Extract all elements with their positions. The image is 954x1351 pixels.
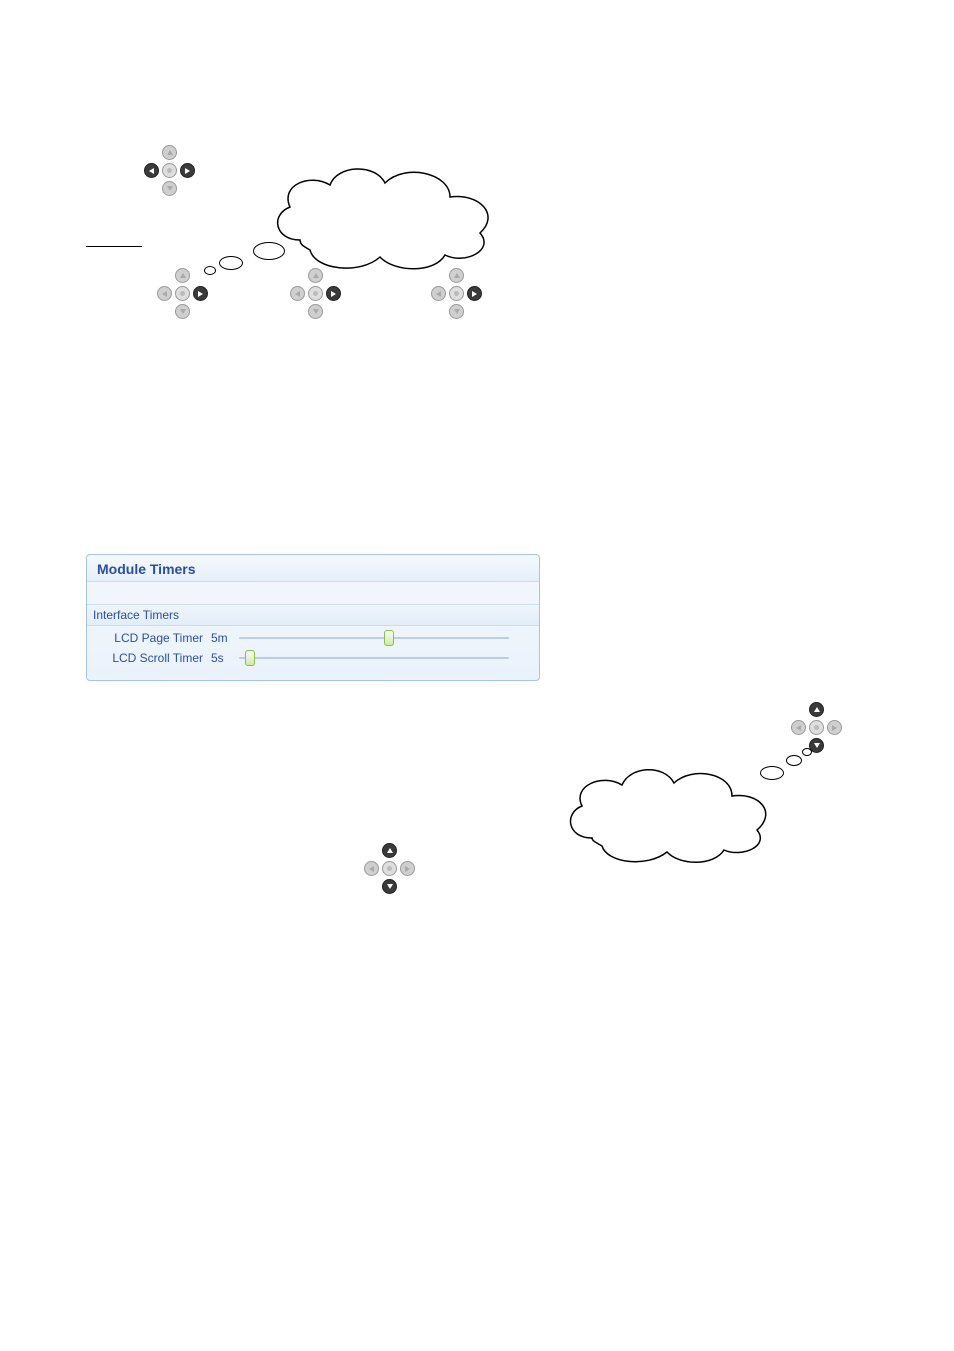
dpad-right	[791, 702, 843, 754]
dpad-center-button	[382, 861, 397, 876]
slider-value: 5s	[211, 651, 239, 665]
thought-bubble	[786, 755, 802, 766]
triangle-left-icon	[149, 168, 154, 174]
slider-track	[239, 637, 509, 639]
dpad-left-button	[431, 286, 446, 301]
triangle-down-icon	[454, 309, 460, 314]
dpad-down-button	[162, 181, 177, 196]
dpad-center	[364, 843, 416, 895]
dpad-right-button	[193, 286, 208, 301]
dpad-right-button	[180, 163, 195, 178]
slider-value: 5m	[211, 631, 239, 645]
triangle-left-icon	[295, 291, 300, 297]
dpad-down-button	[449, 304, 464, 319]
slider-label: LCD Scroll Timer	[101, 651, 211, 665]
slider-track	[239, 657, 509, 659]
slider-label: LCD Page Timer	[101, 631, 211, 645]
triangle-right-icon	[331, 291, 336, 297]
slider-thumb[interactable]	[384, 630, 394, 646]
dpad-up-button	[382, 843, 397, 858]
dpad-small-2	[290, 268, 342, 320]
triangle-down-icon	[180, 309, 186, 314]
dpad-left-button	[144, 163, 159, 178]
dpad-right-button	[326, 286, 341, 301]
dpad-small-3	[431, 268, 483, 320]
thought-bubble	[204, 266, 216, 275]
triangle-left-icon	[369, 866, 374, 872]
triangle-right-icon	[185, 168, 190, 174]
thought-bubble	[760, 766, 784, 780]
center-dot-icon	[387, 866, 392, 871]
dpad-down-button	[175, 304, 190, 319]
panel-subtitle: Interface Timers	[87, 604, 539, 626]
triangle-down-icon	[814, 743, 820, 748]
dpad-center-button	[449, 286, 464, 301]
dpad-left-button	[290, 286, 305, 301]
triangle-left-icon	[796, 725, 801, 731]
dpad-center-button	[809, 720, 824, 735]
triangle-up-icon	[814, 707, 820, 712]
triangle-up-icon	[387, 848, 393, 853]
triangle-right-icon	[405, 866, 410, 872]
center-dot-icon	[454, 291, 459, 296]
dpad-up-button	[162, 145, 177, 160]
dpad-left-button	[364, 861, 379, 876]
thought-cloud	[255, 155, 515, 275]
dpad-small-1	[157, 268, 209, 320]
thought-bubble	[253, 242, 285, 260]
divider-line	[86, 246, 142, 247]
dpad-center-button	[162, 163, 177, 178]
dpad-right-button	[467, 286, 482, 301]
triangle-up-icon	[167, 150, 173, 155]
triangle-down-icon	[313, 309, 319, 314]
triangle-left-icon	[436, 291, 441, 297]
dpad-up-button	[809, 702, 824, 717]
slider-thumb[interactable]	[245, 650, 255, 666]
module-timers-panel: Module Timers Interface Timers LCD Page …	[86, 554, 540, 681]
thought-cloud	[552, 758, 787, 868]
dpad-right-button	[827, 720, 842, 735]
triangle-up-icon	[180, 273, 186, 278]
center-dot-icon	[167, 168, 172, 173]
center-dot-icon	[814, 725, 819, 730]
lcd-scroll-timer-row: LCD Scroll Timer 5s	[87, 646, 539, 666]
lcd-page-timer-slider[interactable]	[239, 630, 509, 646]
lcd-page-timer-row: LCD Page Timer 5m	[87, 626, 539, 646]
dpad-top	[144, 145, 196, 197]
triangle-down-icon	[167, 186, 173, 191]
dpad-up-button	[175, 268, 190, 283]
triangle-left-icon	[162, 291, 167, 297]
triangle-down-icon	[387, 884, 393, 889]
triangle-right-icon	[832, 725, 837, 731]
dpad-center-button	[175, 286, 190, 301]
dpad-left-button	[157, 286, 172, 301]
thought-bubble	[802, 748, 812, 756]
triangle-right-icon	[198, 291, 203, 297]
dpad-center-button	[308, 286, 323, 301]
dpad-right-button	[400, 861, 415, 876]
center-dot-icon	[180, 291, 185, 296]
center-dot-icon	[313, 291, 318, 296]
dpad-down-button	[308, 304, 323, 319]
triangle-right-icon	[472, 291, 477, 297]
lcd-scroll-timer-slider[interactable]	[239, 650, 509, 666]
dpad-left-button	[791, 720, 806, 735]
panel-title: Module Timers	[87, 555, 539, 582]
thought-bubble	[219, 256, 243, 270]
dpad-down-button	[382, 879, 397, 894]
